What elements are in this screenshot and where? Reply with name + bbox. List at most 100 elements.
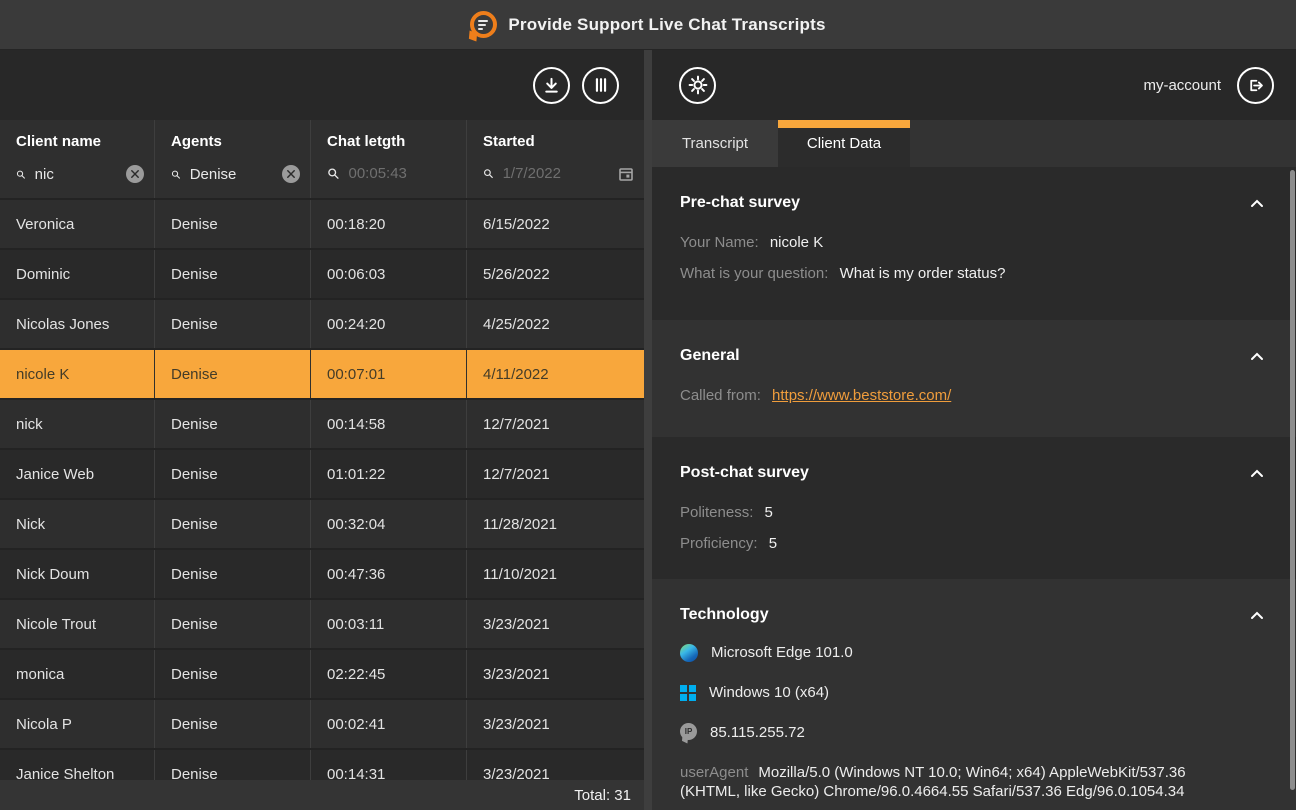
client-data-content: Pre-chat survey Your Name: nicole K What…: [652, 167, 1296, 810]
table-row[interactable]: Nicole Trout Denise 00:03:11 3/23/2021: [0, 600, 644, 650]
tech-user-agent: userAgentMozilla/5.0 (Windows NT 10.0; W…: [680, 763, 1244, 801]
calendar-button[interactable]: [618, 166, 634, 182]
table-row[interactable]: Dominic Denise 00:06:03 5/26/2022: [0, 250, 644, 300]
started-filter-input[interactable]: [503, 165, 609, 182]
cell-agent: Denise: [155, 550, 311, 598]
cell-agent: Denise: [155, 450, 311, 498]
tech-ip: IP 85.115.255.72: [680, 723, 1266, 742]
right-toolbar: my-account: [652, 50, 1296, 120]
cell-client-name: nick: [0, 400, 155, 448]
scrollbar-thumb[interactable]: [1290, 170, 1295, 790]
chat-length-filter-input[interactable]: [349, 165, 457, 182]
table-row[interactable]: nick Denise 00:14:58 12/7/2021: [0, 400, 644, 450]
tech-value: Microsoft Edge 101.0: [711, 644, 853, 661]
field-value: Mozilla/5.0 (Windows NT 10.0; Win64; x64…: [680, 764, 1186, 800]
table-row[interactable]: Nick Denise 00:32:04 11/28/2021: [0, 500, 644, 550]
cell-started: 3/23/2021: [467, 650, 644, 698]
cell-client-name: Nicole Trout: [0, 600, 155, 648]
section-post-chat-survey: Post-chat survey Politeness: 5 Proficien…: [652, 437, 1296, 579]
cell-started: 11/28/2021: [467, 500, 644, 548]
transcripts-panel: Client name Agents: [0, 50, 644, 810]
cell-agent: Denise: [155, 700, 311, 748]
called-from-link[interactable]: https://www.beststore.com/: [772, 387, 951, 404]
cell-chat-length: 00:03:11: [311, 600, 467, 648]
collapse-section-button[interactable]: [1248, 609, 1266, 622]
collapse-section-button[interactable]: [1248, 350, 1266, 363]
table-row[interactable]: Nicolas Jones Denise 00:24:20 4/25/2022: [0, 300, 644, 350]
chevron-up-icon: [1250, 611, 1264, 620]
column-header-client-name: Client name: [0, 120, 155, 198]
field-label: Proficiency:: [680, 535, 758, 552]
section-title: Post-chat survey: [680, 464, 809, 482]
table-body: Veronica Denise 00:18:20 6/15/2022 Domin…: [0, 200, 644, 800]
cell-started: 4/25/2022: [467, 300, 644, 348]
clear-icon: [131, 170, 139, 178]
field-value: nicole K: [770, 234, 823, 251]
cell-started: 12/7/2021: [467, 400, 644, 448]
cell-client-name: Nicola P: [0, 700, 155, 748]
table-header-row: Client name Agents: [0, 120, 644, 200]
panel-divider: [644, 50, 652, 810]
clear-filter-button[interactable]: [126, 165, 144, 183]
settings-button[interactable]: [679, 67, 716, 104]
cell-chat-length: 00:32:04: [311, 500, 467, 548]
client-name-filter-input[interactable]: [35, 166, 117, 183]
columns-button[interactable]: [582, 67, 619, 104]
cell-chat-length: 00:06:03: [311, 250, 467, 298]
calendar-icon: [618, 166, 634, 182]
search-icon: [327, 166, 340, 181]
account-name: my-account: [1143, 77, 1221, 94]
cell-agent: Denise: [155, 650, 311, 698]
app-header: Provide Support Live Chat Transcripts: [0, 0, 1296, 50]
tab-client-data[interactable]: Client Data: [778, 120, 910, 167]
tab-label: Client Data: [807, 135, 881, 152]
cell-client-name: Dominic: [0, 250, 155, 298]
cell-chat-length: 00:14:58: [311, 400, 467, 448]
cell-chat-length: 00:02:41: [311, 700, 467, 748]
field-your-name: Your Name: nicole K: [680, 233, 1266, 252]
agents-filter-input[interactable]: [190, 166, 273, 183]
total-count: Total: 31: [574, 787, 631, 804]
client-data-panel: my-account Transcript Client Data Pre-ch…: [652, 50, 1296, 810]
field-label: Called from:: [680, 387, 761, 404]
started-filter: [483, 165, 634, 182]
chevron-up-icon: [1250, 199, 1264, 208]
cell-chat-length: 00:24:20: [311, 300, 467, 348]
table-row-selected[interactable]: nicole K Denise 00:07:01 4/11/2022: [0, 350, 644, 400]
cell-agent: Denise: [155, 200, 311, 248]
cell-started: 3/23/2021: [467, 700, 644, 748]
collapse-section-button[interactable]: [1248, 197, 1266, 210]
table-row[interactable]: Veronica Denise 00:18:20 6/15/2022: [0, 200, 644, 250]
collapse-section-button[interactable]: [1248, 467, 1266, 480]
table-row[interactable]: Janice Web Denise 01:01:22 12/7/2021: [0, 450, 644, 500]
field-value: 5: [765, 504, 773, 521]
column-header-chat-length: Chat letgth: [311, 120, 467, 198]
table-row[interactable]: Nick Doum Denise 00:47:36 11/10/2021: [0, 550, 644, 600]
table-row[interactable]: monica Denise 02:22:45 3/23/2021: [0, 650, 644, 700]
section-pre-chat-survey: Pre-chat survey Your Name: nicole K What…: [652, 167, 1296, 320]
clear-filter-button[interactable]: [282, 165, 300, 183]
field-called-from: Called from: https://www.beststore.com/: [680, 386, 1266, 405]
cell-started: 5/26/2022: [467, 250, 644, 298]
transcripts-table: Client name Agents: [0, 120, 644, 800]
logout-button[interactable]: [1237, 67, 1274, 104]
cell-chat-length: 00:18:20: [311, 200, 467, 248]
tab-transcript[interactable]: Transcript: [652, 120, 778, 167]
cell-agent: Denise: [155, 300, 311, 348]
download-icon: [542, 76, 561, 95]
cell-agent: Denise: [155, 600, 311, 648]
section-title: General: [680, 347, 740, 365]
column-header-agents: Agents: [155, 120, 311, 198]
gear-icon: [688, 75, 708, 95]
scrollbar[interactable]: [1290, 168, 1295, 810]
field-value: What is my order status?: [840, 265, 1006, 282]
cell-agent: Denise: [155, 350, 311, 398]
cell-chat-length: 02:22:45: [311, 650, 467, 698]
ip-pin-icon: IP: [680, 723, 697, 742]
section-technology: Technology Microsoft Edge 101.0 Windows …: [652, 579, 1296, 810]
logout-icon: [1246, 76, 1265, 95]
table-row[interactable]: Nicola P Denise 00:02:41 3/23/2021: [0, 700, 644, 750]
download-button[interactable]: [533, 67, 570, 104]
cell-started: 3/23/2021: [467, 600, 644, 648]
chat-length-filter: [327, 165, 456, 182]
